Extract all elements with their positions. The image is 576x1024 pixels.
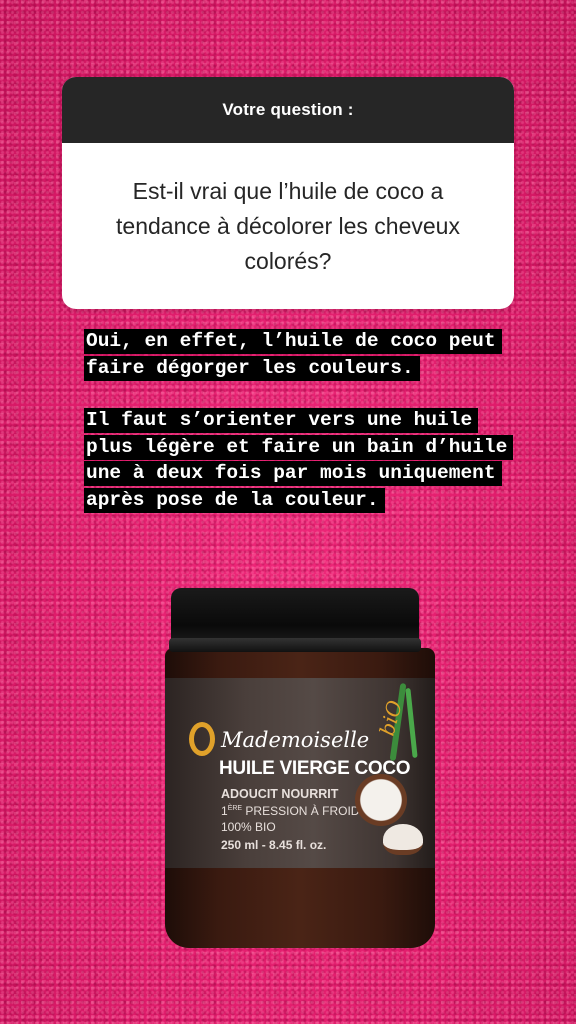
- answer-text-block: Oui, en effet, l’huile de coco peut fair…: [84, 328, 514, 540]
- product-claims: ADOUCIT NOURRIT: [221, 787, 339, 801]
- product-organic: 100% BIO: [221, 820, 276, 834]
- answer-paragraph-2-text: Il faut s’orienter vers une huile plus l…: [84, 408, 514, 513]
- answer-paragraph-1-text: Oui, en effet, l’huile de coco peut fair…: [84, 329, 502, 381]
- leaf-illustration: [405, 687, 418, 759]
- coconut-piece-illustration: [383, 824, 423, 855]
- question-sticker[interactable]: Votre question : Est-il vrai que l’huile…: [62, 77, 514, 309]
- product-volume: 250 ml - 8.45 fl. oz.: [221, 838, 327, 852]
- product-pressing: 1ÈRE PRESSION À FROID: [221, 804, 360, 818]
- answer-paragraph-2: Il faut s’orienter vers une huile plus l…: [84, 407, 514, 513]
- jar-lid-rim: [169, 638, 421, 652]
- brand-name: Mademoiselle: [221, 728, 370, 752]
- jar-label: Mademoiselle biO HUILE VIERGE COCO ADOUC…: [165, 678, 435, 868]
- question-header: Votre question :: [62, 77, 514, 143]
- coconut-oil-jar-photo: Mademoiselle biO HUILE VIERGE COCO ADOUC…: [165, 588, 445, 950]
- brand-suffix: biO: [374, 697, 408, 739]
- coconut-illustration: [355, 774, 407, 826]
- answer-paragraph-1: Oui, en effet, l’huile de coco peut fair…: [84, 328, 514, 381]
- question-text: Est-il vrai que l’huile de coco a tendan…: [116, 177, 460, 274]
- brand-logo-icon: [189, 722, 215, 756]
